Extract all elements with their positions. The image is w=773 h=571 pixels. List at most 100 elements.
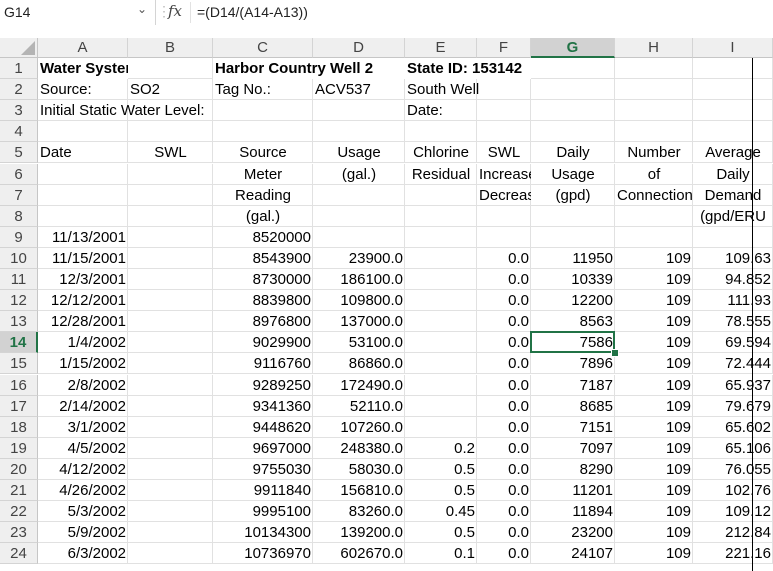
cell-d9[interactable] <box>313 226 405 248</box>
cell-h4[interactable] <box>615 121 693 143</box>
row-header-23[interactable]: 23 <box>0 522 38 544</box>
cell-b21[interactable] <box>128 480 213 502</box>
formula-input[interactable]: =(D14/(A14-A13)) <box>197 4 308 20</box>
row-header-21[interactable]: 21 <box>0 480 38 502</box>
cell-h9[interactable] <box>615 226 693 248</box>
row-header-1[interactable]: 1 <box>0 58 38 80</box>
cell-a4[interactable] <box>38 121 128 143</box>
cell-g4[interactable] <box>531 121 615 143</box>
row-header-5[interactable]: 5 <box>0 142 38 164</box>
cell-e17[interactable] <box>405 395 477 417</box>
cell-h3[interactable] <box>615 100 693 122</box>
row-header-7[interactable]: 7 <box>0 184 38 206</box>
fill-handle[interactable] <box>611 349 619 358</box>
cell-b16[interactable] <box>128 374 213 396</box>
cell-e4[interactable] <box>405 121 477 143</box>
column-header-f[interactable]: F <box>477 38 531 58</box>
column-header-d[interactable]: D <box>313 38 405 58</box>
column-header-i[interactable]: I <box>693 38 773 58</box>
cell-e18[interactable] <box>405 416 477 438</box>
cell-g9[interactable] <box>531 226 615 248</box>
cell-e13[interactable] <box>405 311 477 333</box>
cell-e7[interactable] <box>405 184 477 206</box>
cell-a8[interactable] <box>38 205 128 227</box>
row-header-3[interactable]: 3 <box>0 100 38 122</box>
cell-i2[interactable] <box>693 79 773 101</box>
cell-b6[interactable] <box>128 163 213 185</box>
cell-d8[interactable] <box>313 205 405 227</box>
column-header-g[interactable]: G <box>531 38 615 58</box>
column-header-b[interactable]: B <box>128 38 213 58</box>
cell-b4[interactable] <box>128 121 213 143</box>
cell-f3[interactable] <box>477 100 531 122</box>
cell-a6[interactable] <box>38 163 128 185</box>
cell-a7[interactable] <box>38 184 128 206</box>
cell-i4[interactable] <box>693 121 773 143</box>
cell-b15[interactable] <box>128 353 213 375</box>
cell-d7[interactable] <box>313 184 405 206</box>
row-header-17[interactable]: 17 <box>0 395 38 417</box>
row-header-10[interactable]: 10 <box>0 247 38 269</box>
cell-e10[interactable] <box>405 247 477 269</box>
cell-e9[interactable] <box>405 226 477 248</box>
cell-d4[interactable] <box>313 121 405 143</box>
cell-g8[interactable] <box>531 205 615 227</box>
cell-g1[interactable] <box>531 58 615 80</box>
cell-b11[interactable] <box>128 269 213 291</box>
cell-e16[interactable] <box>405 374 477 396</box>
cell-b18[interactable] <box>128 416 213 438</box>
row-header-11[interactable]: 11 <box>0 269 38 291</box>
row-header-4[interactable]: 4 <box>0 121 38 143</box>
row-header-16[interactable]: 16 <box>0 374 38 396</box>
cell-i1[interactable] <box>693 58 773 80</box>
column-header-h[interactable]: H <box>615 38 693 58</box>
cell-e15[interactable] <box>405 353 477 375</box>
row-header-18[interactable]: 18 <box>0 416 38 438</box>
cell-f9[interactable] <box>477 226 531 248</box>
row-header-12[interactable]: 12 <box>0 290 38 312</box>
cell-d3[interactable] <box>313 100 405 122</box>
cell-c4[interactable] <box>213 121 313 143</box>
cell-i3[interactable] <box>693 100 773 122</box>
cell-b14[interactable] <box>128 332 213 354</box>
column-header-a[interactable]: A <box>38 38 128 58</box>
cell-e12[interactable] <box>405 290 477 312</box>
function-icon[interactable]: fx <box>168 2 182 20</box>
column-header-c[interactable]: C <box>213 38 313 58</box>
cell-h2[interactable] <box>615 79 693 101</box>
row-header-13[interactable]: 13 <box>0 311 38 333</box>
spreadsheet-grid[interactable]: A B C D E F G H I 1 2 3 4 5 6 7 8 9 10 11 12 13 14 15 16 17 18 19 20… <box>0 38 773 571</box>
cell-b13[interactable] <box>128 311 213 333</box>
cell-e8[interactable] <box>405 205 477 227</box>
cell-g3[interactable] <box>531 100 615 122</box>
cell-b10[interactable] <box>128 247 213 269</box>
row-header-15[interactable]: 15 <box>0 353 38 375</box>
row-header-19[interactable]: 19 <box>0 437 38 459</box>
cell-b7[interactable] <box>128 184 213 206</box>
cell-g2[interactable] <box>531 79 615 101</box>
row-header-9[interactable]: 9 <box>0 226 38 248</box>
chevron-down-icon[interactable]: ⌄ <box>137 2 147 16</box>
cell-h8[interactable] <box>615 205 693 227</box>
cell-b22[interactable] <box>128 501 213 523</box>
cell-b1[interactable] <box>128 58 213 80</box>
cell-b23[interactable] <box>128 522 213 544</box>
cell-i9[interactable] <box>693 226 773 248</box>
name-box[interactable]: G14 ⌄ <box>0 0 156 25</box>
cell-f4[interactable] <box>477 121 531 143</box>
row-header-22[interactable]: 22 <box>0 501 38 523</box>
column-header-e[interactable]: E <box>405 38 477 58</box>
row-header-8[interactable]: 8 <box>0 205 38 227</box>
cell-b9[interactable] <box>128 226 213 248</box>
cell-f8[interactable] <box>477 205 531 227</box>
cell-e11[interactable] <box>405 269 477 291</box>
cell-b20[interactable] <box>128 458 213 480</box>
row-header-24[interactable]: 24 <box>0 543 38 565</box>
cell-b12[interactable] <box>128 290 213 312</box>
cell-b17[interactable] <box>128 395 213 417</box>
cell-b8[interactable] <box>128 205 213 227</box>
row-header-2[interactable]: 2 <box>0 79 38 101</box>
cell-b19[interactable] <box>128 437 213 459</box>
cell-h1[interactable] <box>615 58 693 80</box>
row-header-6[interactable]: 6 <box>0 163 38 185</box>
